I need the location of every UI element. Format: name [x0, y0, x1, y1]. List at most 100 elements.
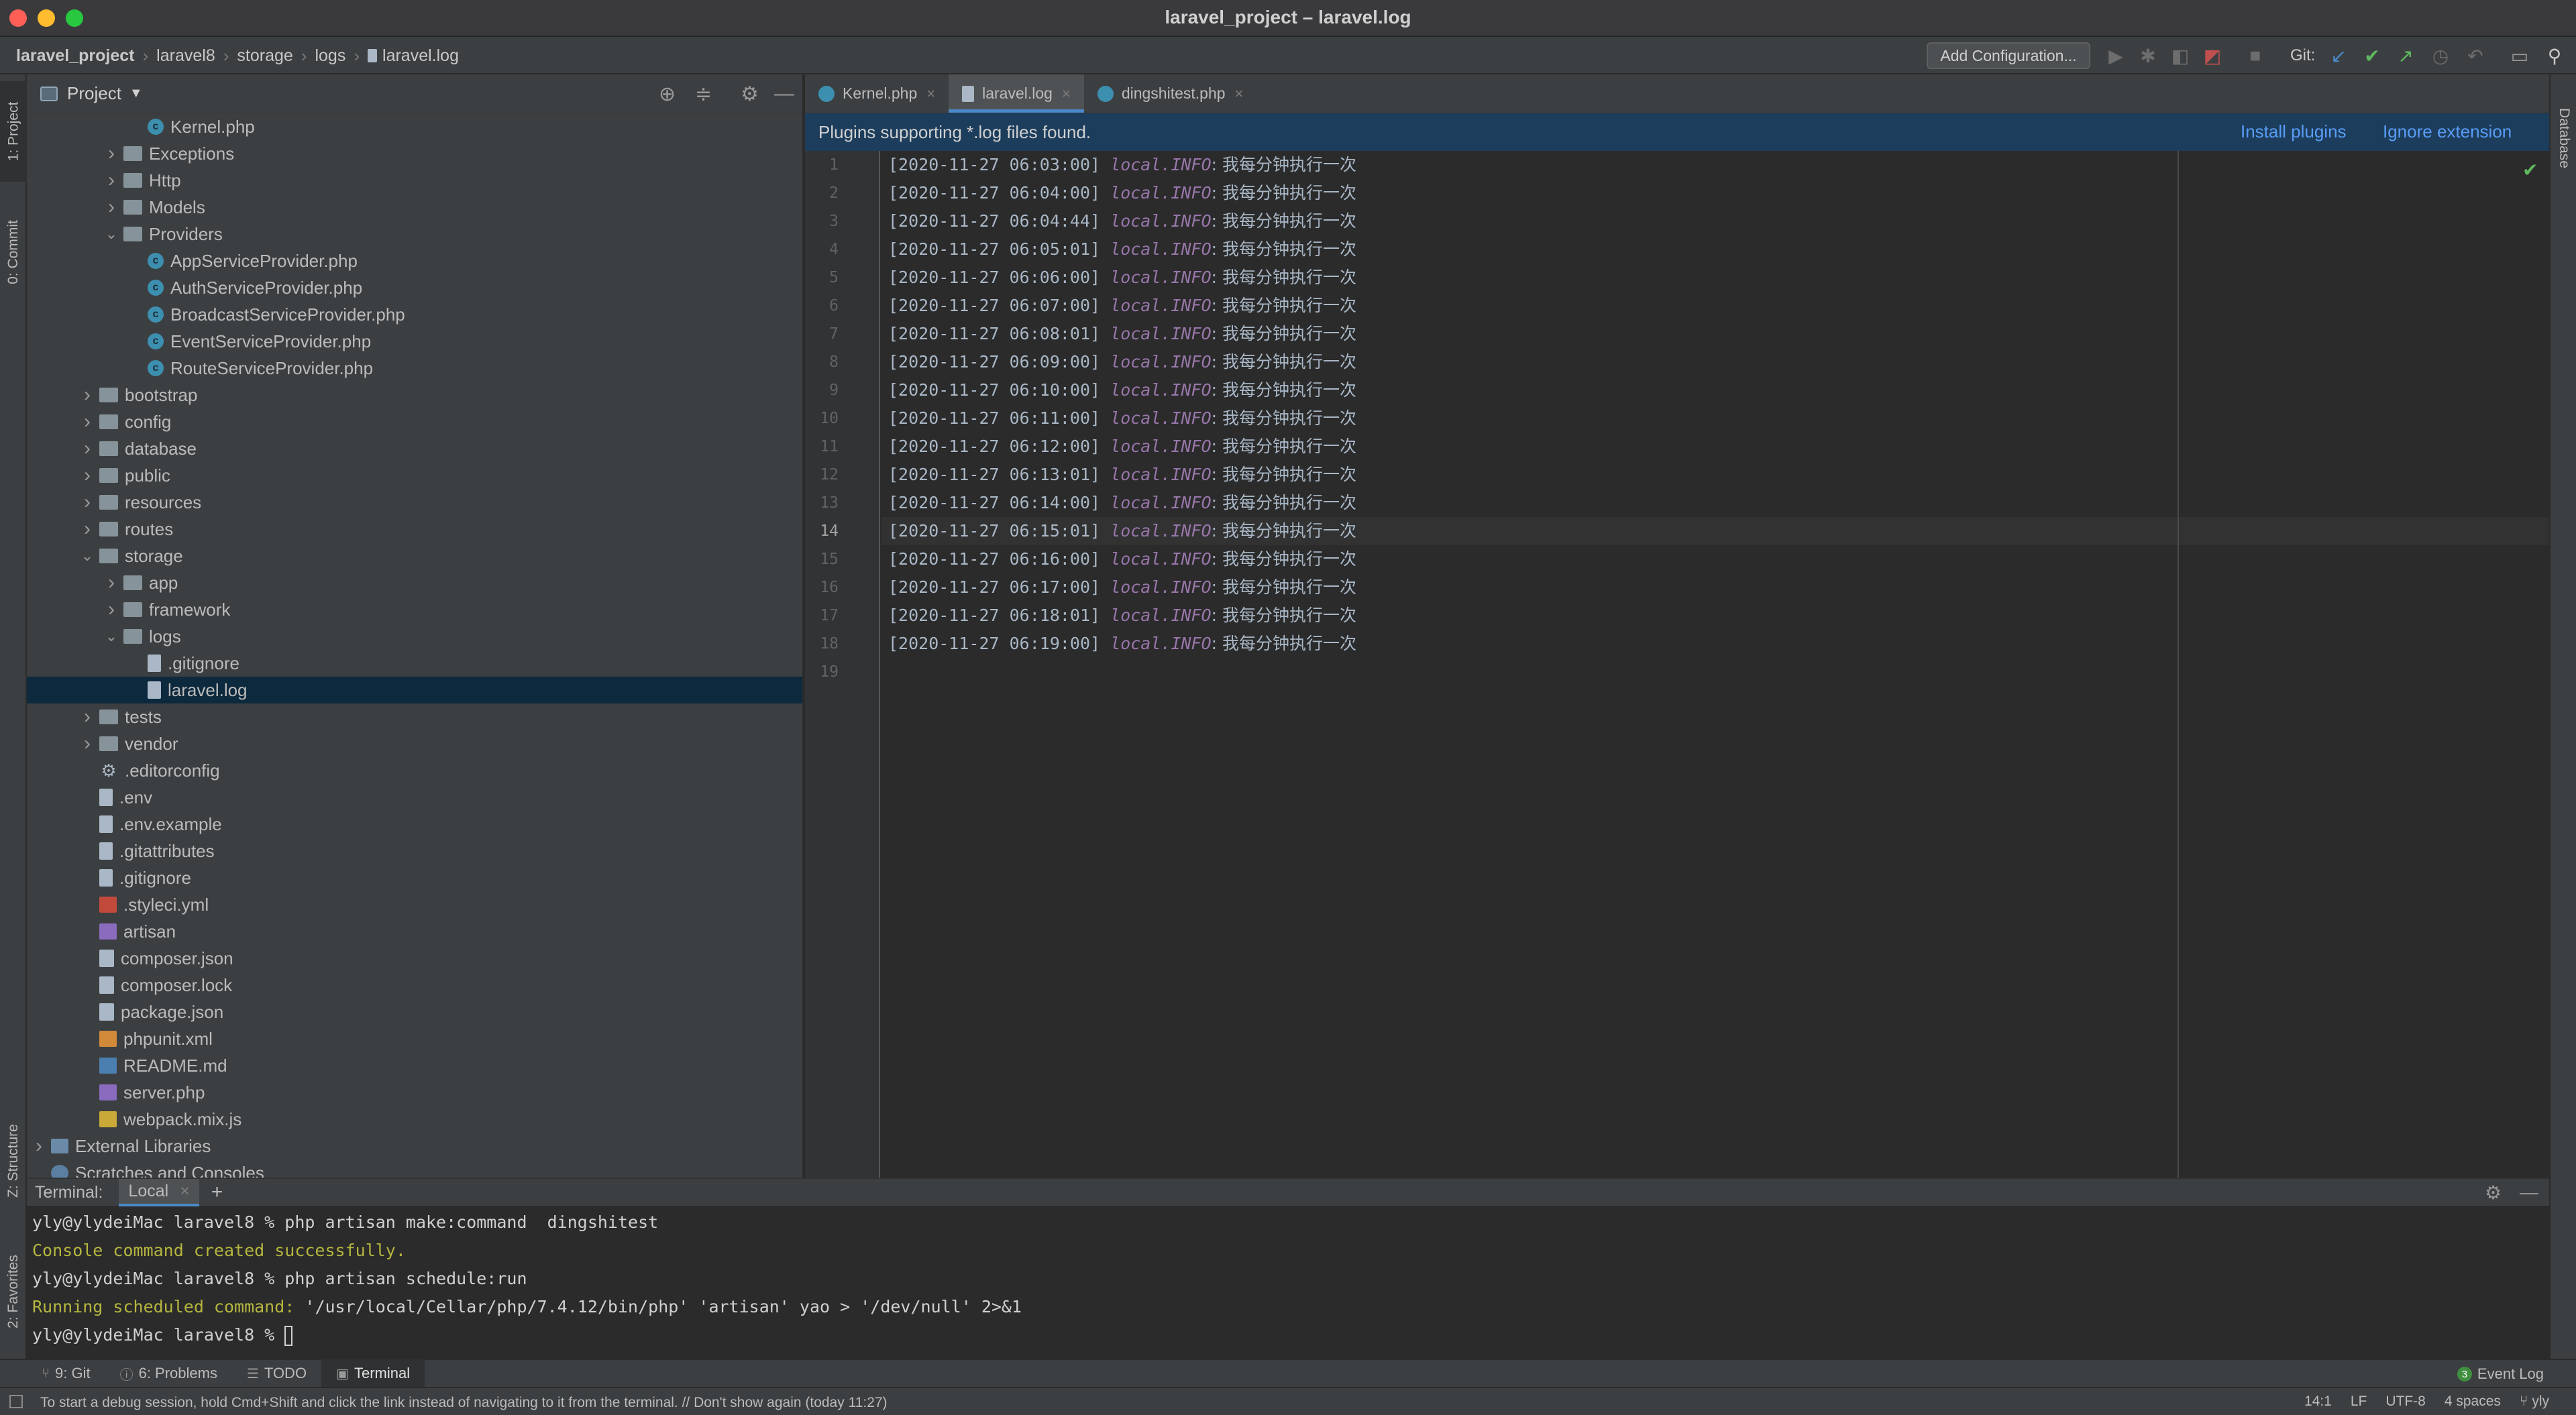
- tree-file[interactable]: .styleci.yml: [27, 891, 802, 918]
- tree-file[interactable]: .env: [27, 784, 802, 811]
- tree-file[interactable]: c EventServiceProvider.php: [27, 328, 802, 355]
- breadcrumb-item[interactable]: laravel8: [156, 46, 215, 66]
- tree-file[interactable]: phpunit.xml: [27, 1025, 802, 1052]
- tree-file[interactable]: artisan: [27, 918, 802, 945]
- commit-tool-tab[interactable]: 0: Commit: [0, 195, 27, 309]
- tree-file[interactable]: c Kernel.php: [27, 113, 802, 140]
- tree-folder[interactable]: › Http: [27, 167, 802, 194]
- tree-folder[interactable]: › framework: [27, 596, 802, 623]
- locate-icon[interactable]: ⊕: [659, 82, 676, 106]
- tree-folder[interactable]: › app: [27, 569, 802, 596]
- database-tool-tab[interactable]: Database: [2551, 88, 2576, 188]
- hide-panel-icon[interactable]: —: [2520, 1182, 2538, 1203]
- indent-setting[interactable]: 4 spaces: [2445, 1394, 2501, 1410]
- editor-tab[interactable]: laravel.log ×: [949, 74, 1084, 113]
- tree-folder[interactable]: › public: [27, 462, 802, 489]
- caret-position[interactable]: 14:1: [2304, 1394, 2332, 1410]
- collapse-all-icon[interactable]: ≑: [695, 82, 712, 106]
- layout-icon[interactable]: ▭: [2508, 44, 2532, 68]
- tree-file[interactable]: package.json: [27, 999, 802, 1025]
- debug-icon[interactable]: ✱: [2136, 44, 2160, 68]
- chevron-right-icon[interactable]: ›: [99, 196, 123, 219]
- toggle-tool-windows-icon[interactable]: [9, 1395, 23, 1408]
- chevron-right-icon[interactable]: ›: [75, 464, 99, 487]
- tree-folder[interactable]: › database: [27, 435, 802, 462]
- git-commit-icon[interactable]: ✔: [2360, 44, 2384, 68]
- tree-file[interactable]: .env.example: [27, 811, 802, 838]
- tree-folder[interactable]: ⌄ logs: [27, 623, 802, 650]
- tree-folder[interactable]: › routes: [27, 516, 802, 543]
- tree-folder[interactable]: › Exceptions: [27, 140, 802, 167]
- tree-file[interactable]: .gitattributes: [27, 838, 802, 864]
- coverage-icon[interactable]: ◧: [2168, 44, 2192, 68]
- breadcrumb-item[interactable]: logs: [315, 46, 345, 66]
- chevron-down-icon[interactable]: ⌄: [99, 628, 123, 645]
- chevron-right-icon[interactable]: ›: [75, 437, 99, 460]
- editor-tab[interactable]: dingshitest.php ×: [1084, 74, 1257, 113]
- chevron-right-icon[interactable]: ›: [75, 705, 99, 728]
- line-separator[interactable]: LF: [2351, 1394, 2367, 1410]
- run-icon[interactable]: ▶: [2104, 44, 2128, 68]
- tree-file[interactable]: ⚙ .editorconfig: [27, 757, 802, 784]
- search-icon[interactable]: ⚲: [2542, 44, 2567, 68]
- tree-folder[interactable]: › config: [27, 408, 802, 435]
- new-terminal-icon[interactable]: +: [211, 1181, 223, 1204]
- chevron-right-icon[interactable]: ›: [75, 410, 99, 433]
- breadcrumb-item[interactable]: storage: [237, 46, 292, 66]
- tree-file[interactable]: .gitignore: [27, 864, 802, 891]
- code-view[interactable]: 1 2 3 4 5 6 7 8 9 10 11 12 13 14 15 16 17 18 19 ✔ [2020-11…: [805, 151, 2549, 1178]
- project-view-selector[interactable]: Project: [67, 83, 121, 104]
- terminal-tab-local[interactable]: Local ×: [119, 1178, 199, 1206]
- editor-tab[interactable]: Kernel.php ×: [805, 74, 949, 113]
- structure-tool-tab[interactable]: Z: Structure: [0, 1100, 27, 1221]
- tree-file[interactable]: c AppServiceProvider.php: [27, 247, 802, 274]
- breadcrumb-item[interactable]: laravel_project: [16, 46, 135, 66]
- favorites-tool-tab[interactable]: 2: Favorites: [0, 1228, 27, 1355]
- tree-file[interactable]: c AuthServiceProvider.php: [27, 274, 802, 301]
- tool-window-button[interactable]: ⓘ 6: Problems: [105, 1359, 232, 1388]
- close-icon[interactable]: ×: [1235, 85, 1244, 103]
- chevron-down-icon[interactable]: ⌄: [75, 547, 99, 565]
- chevron-right-icon[interactable]: ›: [99, 142, 123, 165]
- tool-window-button[interactable]: ⑂ 9: Git: [27, 1359, 105, 1388]
- git-rollback-icon[interactable]: ↶: [2463, 44, 2487, 68]
- tree-file[interactable]: laravel.log: [27, 677, 802, 703]
- chevron-down-icon[interactable]: ▼: [129, 86, 143, 101]
- tree-folder[interactable]: › tests: [27, 703, 802, 730]
- chevron-right-icon[interactable]: ›: [27, 1135, 51, 1157]
- chevron-right-icon[interactable]: ›: [99, 598, 123, 621]
- gear-icon[interactable]: ⚙: [2485, 1182, 2502, 1204]
- ignore-extension-link[interactable]: Ignore extension: [2383, 121, 2512, 142]
- close-icon[interactable]: ×: [180, 1182, 190, 1200]
- chevron-down-icon[interactable]: ⌄: [99, 225, 123, 243]
- tree-file[interactable]: server.php: [27, 1079, 802, 1106]
- git-push-icon[interactable]: ↗: [2394, 44, 2418, 68]
- close-icon[interactable]: ×: [926, 85, 935, 103]
- tool-window-button[interactable]: ▣ Terminal: [321, 1359, 425, 1388]
- file-encoding[interactable]: UTF-8: [2385, 1394, 2426, 1410]
- git-branch-widget[interactable]: ⑂ yly: [2520, 1394, 2549, 1410]
- tree-file[interactable]: composer.json: [27, 945, 802, 972]
- stop-icon[interactable]: ■: [2243, 44, 2267, 68]
- tree-file[interactable]: c BroadcastServiceProvider.php: [27, 301, 802, 328]
- chevron-right-icon[interactable]: ›: [75, 491, 99, 514]
- event-log-button[interactable]: 3 Event Log: [2457, 1360, 2544, 1388]
- tree-folder[interactable]: ⌄ storage: [27, 543, 802, 569]
- tree-file[interactable]: composer.lock: [27, 972, 802, 999]
- tool-window-button[interactable]: ☰ TODO: [232, 1359, 321, 1388]
- project-tool-tab[interactable]: 1: Project: [0, 81, 27, 182]
- chevron-right-icon[interactable]: ›: [75, 384, 99, 406]
- chevron-right-icon[interactable]: ›: [99, 169, 123, 192]
- tree-folder[interactable]: ⌄ Providers: [27, 221, 802, 247]
- tree-file[interactable]: README.md: [27, 1052, 802, 1079]
- hide-panel-icon[interactable]: —: [774, 82, 794, 105]
- tree-folder[interactable]: › bootstrap: [27, 382, 802, 408]
- add-configuration-button[interactable]: Add Configuration...: [1927, 42, 2090, 69]
- install-plugins-link[interactable]: Install plugins: [2241, 121, 2347, 142]
- close-icon[interactable]: ×: [1062, 85, 1071, 103]
- git-history-icon[interactable]: ◷: [2428, 44, 2453, 68]
- profile-icon[interactable]: ◩: [2200, 44, 2224, 68]
- tree-file[interactable]: webpack.mix.js: [27, 1106, 802, 1133]
- chevron-right-icon[interactable]: ›: [75, 732, 99, 755]
- tree-folder[interactable]: › vendor: [27, 730, 802, 757]
